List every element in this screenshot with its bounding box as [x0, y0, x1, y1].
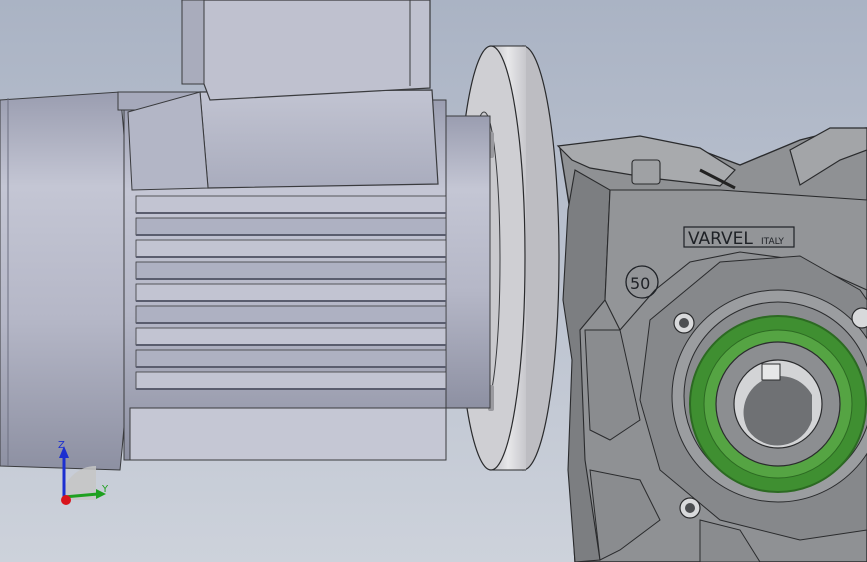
size-mark-text: 50 [630, 274, 650, 293]
terminal-box[interactable] [199, 89, 439, 189]
brand-main-text: VARVEL [688, 229, 753, 249]
cooling-fin [135, 217, 447, 236]
bolt-hole [851, 307, 867, 329]
terminal-box-cover [181, 0, 431, 101]
cooling-fin [135, 305, 447, 324]
triad-x-axis [61, 495, 71, 505]
brand-sub-text: ITALY [761, 237, 784, 247]
worm-gearbox[interactable]: VARVEL ITALY 50 [556, 127, 867, 562]
cooling-fin [135, 261, 447, 280]
terminal-box-cover-side [181, 0, 205, 85]
gearbox-boss [631, 159, 661, 185]
cooling-fin [135, 283, 447, 302]
motor-end-cover [0, 91, 131, 471]
cooling-fin [135, 327, 447, 346]
cooling-fin [135, 195, 447, 214]
motor-foot-face [129, 407, 447, 461]
keyway [761, 363, 781, 381]
cooling-fins [135, 195, 447, 390]
triad-y-label: Y [102, 484, 109, 495]
cad-viewport[interactable]: VARVEL ITALY 50 [0, 0, 867, 562]
triad-z-label: Z [58, 440, 65, 451]
cooling-fin [135, 371, 447, 390]
cooling-fin [135, 349, 447, 368]
cooling-fin [135, 239, 447, 258]
